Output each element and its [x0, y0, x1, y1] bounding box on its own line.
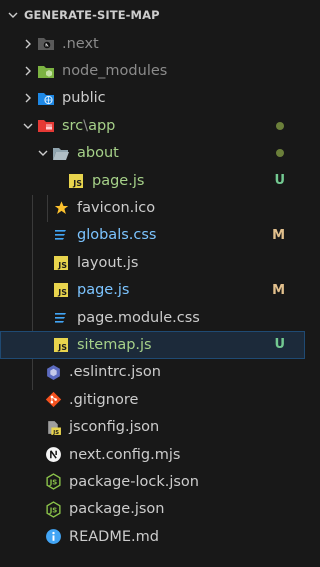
tree-item-gitignore[interactable]: .gitignore [0, 386, 305, 413]
tree-item-layout-js[interactable]: JS layout.js [0, 249, 305, 276]
tree-item-label: about [77, 145, 119, 162]
tree-item-about-page-js[interactable]: JS page.js U [0, 167, 305, 194]
css-file-icon [51, 309, 71, 327]
css-file-icon [51, 226, 71, 244]
tree-item-about[interactable]: about [0, 140, 305, 167]
chevron-down-icon[interactable] [2, 9, 24, 21]
tree-item-label: src\app [62, 118, 115, 134]
tree-item-globals-css[interactable]: globals.css M [0, 222, 305, 249]
tree-item-label: sitemap.js [77, 336, 152, 353]
tree-item-label: next.config.mjs [69, 446, 181, 463]
tree-item-next-config[interactable]: next.config.mjs [0, 441, 305, 468]
next-folder-icon [36, 35, 56, 53]
tree-item-label: public [62, 90, 106, 107]
tree-item-label: favicon.ico [77, 200, 156, 217]
tree-item-label: page.js [92, 172, 145, 189]
tree-item-readme[interactable]: README.md [0, 523, 305, 550]
tree-item-label: .eslintrc.json [69, 364, 161, 381]
git-status-dot [276, 149, 284, 158]
node-folder-icon [36, 62, 56, 80]
file-tree: .next node_modules public src\app about … [0, 30, 305, 550]
app-segment: app [88, 117, 116, 134]
tree-item-label: page.js [77, 282, 130, 299]
tree-item-page-js[interactable]: JS page.js M [0, 277, 305, 304]
app-folder-icon [36, 117, 56, 135]
workspace-title: GENERATE-SITE-MAP [24, 8, 160, 22]
tree-item-favicon[interactable]: favicon.ico [0, 194, 305, 221]
tree-item-src-app[interactable]: src\app [0, 112, 305, 139]
git-modified-badge: M [272, 227, 285, 243]
svg-text:JS: JS [48, 507, 57, 515]
git-icon [43, 391, 63, 409]
git-modified-badge: M [272, 282, 285, 298]
javascript-file-icon: JS [66, 172, 86, 190]
git-untracked-badge: U [274, 173, 285, 189]
nextjs-icon [43, 446, 63, 464]
tree-item-label: package.json [69, 501, 165, 518]
tree-item-public[interactable]: public [0, 85, 305, 112]
tree-item-package-lock[interactable]: JS package-lock.json [0, 468, 305, 495]
folder-open-icon [51, 144, 71, 162]
javascript-file-icon: JS [51, 336, 71, 354]
chevron-right-icon[interactable] [20, 36, 36, 52]
git-untracked-badge: U [274, 337, 285, 353]
tree-item-label: page.module.css [77, 309, 200, 326]
star-icon [51, 199, 71, 217]
info-icon [43, 528, 63, 546]
tree-item-label: jsconfig.json [69, 419, 160, 436]
svg-text:JS: JS [52, 430, 59, 436]
tree-item-eslintrc[interactable]: .eslintrc.json [0, 359, 305, 386]
tree-item-jsconfig[interactable]: JS jsconfig.json [0, 413, 305, 440]
nodejs-icon: JS [43, 473, 63, 491]
public-folder-icon [36, 89, 56, 107]
tree-item-label: globals.css [77, 227, 157, 244]
chevron-right-icon[interactable] [20, 63, 36, 79]
tree-item-label: layout.js [77, 254, 139, 271]
tree-item-next[interactable]: .next [0, 30, 305, 57]
tree-item-label: node_modules [62, 63, 168, 80]
svg-text:JS: JS [48, 479, 57, 487]
tree-item-node-modules[interactable]: node_modules [0, 57, 305, 84]
explorer-panel: GENERATE-SITE-MAP .next node_modules pub… [0, 0, 305, 567]
tree-item-label: package-lock.json [69, 473, 199, 490]
src-segment: src [62, 117, 84, 134]
git-status-dot [276, 121, 284, 130]
tree-item-package-json[interactable]: JS package.json [0, 496, 305, 523]
chevron-down-icon[interactable] [20, 118, 36, 134]
nodejs-icon: JS [43, 500, 63, 518]
tree-item-label: .gitignore [69, 391, 139, 408]
tree-item-page-module-css[interactable]: page.module.css [0, 304, 305, 331]
tree-item-label: .next [62, 35, 99, 52]
explorer-header[interactable]: GENERATE-SITE-MAP [0, 0, 305, 30]
javascript-file-icon: JS [51, 281, 71, 299]
jsconfig-icon: JS [43, 418, 63, 436]
chevron-right-icon[interactable] [20, 90, 36, 106]
chevron-down-icon[interactable] [35, 145, 51, 161]
eslint-icon [43, 363, 63, 381]
javascript-file-icon: JS [51, 254, 71, 272]
tree-item-sitemap-js[interactable]: JS sitemap.js U [0, 331, 305, 359]
tree-item-label: README.md [69, 528, 159, 545]
